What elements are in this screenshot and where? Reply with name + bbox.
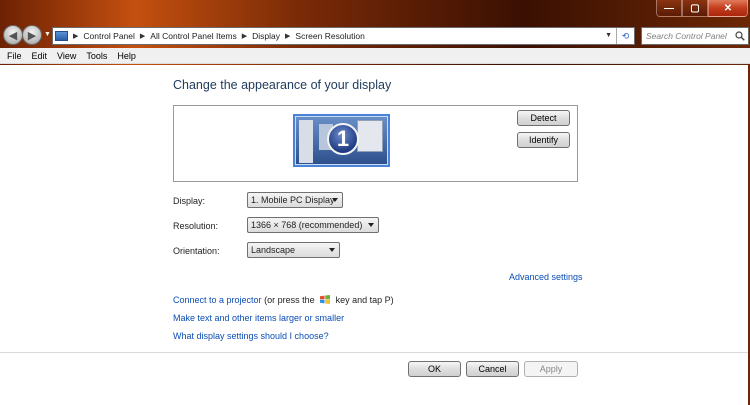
monitor-desktop-sidebar: [299, 120, 313, 163]
menu-help[interactable]: Help: [112, 51, 141, 61]
address-dropdown-icon[interactable]: ▼: [605, 32, 612, 39]
chevron-right-icon[interactable]: ▶: [140, 32, 145, 40]
detect-button[interactable]: Detect: [517, 110, 570, 126]
display-label: Display:: [173, 196, 206, 206]
menu-file[interactable]: File: [2, 51, 27, 61]
breadcrumb-control-panel[interactable]: Control Panel: [83, 31, 135, 41]
navigation-bar: ◀ ▶ ▼ ▶ Control Panel ▶ All Control Pane…: [0, 22, 750, 48]
forward-button[interactable]: ▶: [22, 25, 42, 45]
footer-divider: [0, 352, 750, 353]
monitor-1-thumbnail[interactable]: 1: [293, 114, 390, 167]
search-placeholder: Search Control Panel: [646, 31, 727, 41]
projector-hint-before: (or press the: [264, 295, 315, 305]
minimize-button[interactable]: —: [656, 0, 682, 17]
caption-buttons: — ▢ ✕: [656, 0, 748, 18]
breadcrumb-all-items[interactable]: All Control Panel Items: [150, 31, 236, 41]
menu-view[interactable]: View: [52, 51, 81, 61]
orientation-label: Orientation:: [173, 246, 220, 256]
search-input[interactable]: Search Control Panel: [641, 27, 749, 45]
apply-button[interactable]: Apply: [524, 361, 578, 377]
connect-projector-link[interactable]: Connect to a projector: [173, 295, 262, 305]
maximize-button[interactable]: ▢: [682, 0, 708, 17]
chevron-right-icon[interactable]: ▶: [73, 32, 78, 40]
recent-pages-dropdown-icon[interactable]: ▼: [44, 31, 51, 38]
ok-button[interactable]: OK: [408, 361, 461, 377]
monitor-desktop-window: [357, 120, 383, 152]
chevron-down-icon: [368, 223, 374, 227]
chevron-right-icon[interactable]: ▶: [285, 32, 290, 40]
projector-hint-after: key and tap P): [335, 295, 394, 305]
page-title: Change the appearance of your display: [173, 78, 392, 92]
orientation-select-value: Landscape: [251, 245, 296, 255]
resolution-label: Resolution:: [173, 221, 219, 231]
identify-button[interactable]: Identify: [517, 132, 570, 148]
control-panel-icon: [55, 31, 68, 41]
resolution-select[interactable]: 1366 × 768 (recommended): [247, 217, 379, 233]
breadcrumb-display[interactable]: Display: [252, 31, 280, 41]
projector-line: Connect to a projector (or press the key…: [173, 295, 394, 305]
back-button[interactable]: ◀: [3, 25, 23, 45]
display-help-link[interactable]: What display settings should I choose?: [173, 331, 329, 341]
cancel-button[interactable]: Cancel: [466, 361, 519, 377]
resolution-select-value: 1366 × 768 (recommended): [251, 220, 363, 230]
close-button[interactable]: ✕: [708, 0, 748, 17]
menu-bar: File Edit View Tools Help: [0, 48, 750, 64]
search-icon[interactable]: [735, 31, 745, 41]
display-select-value: 1. Mobile PC Display: [251, 195, 335, 205]
window-frame: — ▢ ✕ ◀ ▶ ▼ ▶ Control Panel ▶ All Contro…: [0, 0, 750, 405]
menu-edit[interactable]: Edit: [27, 51, 53, 61]
advanced-settings-link[interactable]: Advanced settings: [509, 272, 583, 282]
windows-logo-icon: [320, 295, 331, 304]
text-size-link[interactable]: Make text and other items larger or smal…: [173, 313, 344, 323]
content-area: Change the appearance of your display 1 …: [0, 65, 750, 405]
chevron-down-icon: [332, 198, 338, 202]
display-select[interactable]: 1. Mobile PC Display: [247, 192, 343, 208]
breadcrumb-screen-resolution[interactable]: Screen Resolution: [295, 31, 364, 41]
monitor-arrangement-panel: 1 Detect Identify: [173, 105, 578, 182]
refresh-icon[interactable]: ⟲: [616, 28, 634, 44]
chevron-right-icon[interactable]: ▶: [242, 32, 247, 40]
address-bar[interactable]: ▶ Control Panel ▶ All Control Panel Item…: [52, 27, 635, 45]
chevron-down-icon: [329, 248, 335, 252]
monitor-number-badge: 1: [327, 123, 359, 155]
menu-tools[interactable]: Tools: [81, 51, 112, 61]
orientation-select[interactable]: Landscape: [247, 242, 340, 258]
